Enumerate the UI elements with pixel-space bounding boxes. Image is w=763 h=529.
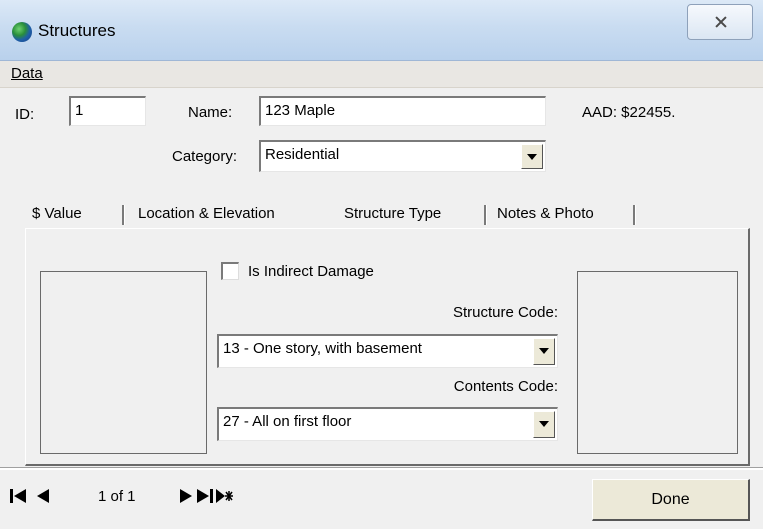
category-value: Residential xyxy=(265,146,340,163)
previous-record-icon[interactable] xyxy=(34,487,52,505)
category-label: Category: xyxy=(172,148,238,165)
name-field[interactable]: 123 Maple xyxy=(259,96,546,126)
contents-code-value: 27 - All on first floor xyxy=(223,413,352,430)
chevron-down-icon[interactable] xyxy=(521,144,543,169)
tab-divider xyxy=(484,205,487,225)
structure-code-label: Structure Code: xyxy=(452,304,558,321)
name-label: Name: xyxy=(188,104,233,121)
next-record-icon[interactable] xyxy=(177,487,195,505)
tab-value[interactable]: $ Value xyxy=(32,200,82,230)
image-placeholder-left xyxy=(40,271,207,454)
tab-notes-photo[interactable]: Notes & Photo xyxy=(497,200,594,230)
contents-code-select[interactable]: 27 - All on first floor xyxy=(217,407,558,441)
menu-bar: Data xyxy=(0,61,763,88)
menu-item-data[interactable]: Data xyxy=(11,65,43,82)
first-record-icon[interactable] xyxy=(9,487,27,505)
tab-divider xyxy=(122,205,125,225)
tab-divider xyxy=(633,205,636,225)
separator xyxy=(0,467,763,470)
window-title: Structures xyxy=(38,21,116,40)
chevron-down-icon[interactable] xyxy=(533,338,555,365)
id-field[interactable]: 1 xyxy=(69,96,146,126)
indirect-damage-label: Is Indirect Damage xyxy=(248,263,374,280)
structure-code-select[interactable]: 13 - One story, with basement xyxy=(217,334,558,368)
structure-code-value: 13 - One story, with basement xyxy=(223,340,422,357)
category-select[interactable]: Residential xyxy=(259,140,546,172)
tab-location-elevation[interactable]: Location & Elevation xyxy=(138,200,275,230)
last-record-icon[interactable] xyxy=(196,487,214,505)
tab-structure-type[interactable]: Structure Type xyxy=(344,200,441,230)
new-record-icon[interactable] xyxy=(215,487,233,505)
record-position: 1 of 1 xyxy=(98,488,136,505)
indirect-damage-checkbox[interactable] xyxy=(221,262,239,280)
id-label: ID: xyxy=(15,106,35,123)
image-placeholder-right xyxy=(577,271,738,454)
aad-value: AAD: $22455. xyxy=(582,104,676,121)
contents-code-label: Contents Code: xyxy=(453,378,558,395)
done-button[interactable]: Done xyxy=(592,479,750,521)
close-button[interactable] xyxy=(687,4,753,40)
chevron-down-icon[interactable] xyxy=(533,411,555,438)
globe-icon xyxy=(12,22,32,42)
